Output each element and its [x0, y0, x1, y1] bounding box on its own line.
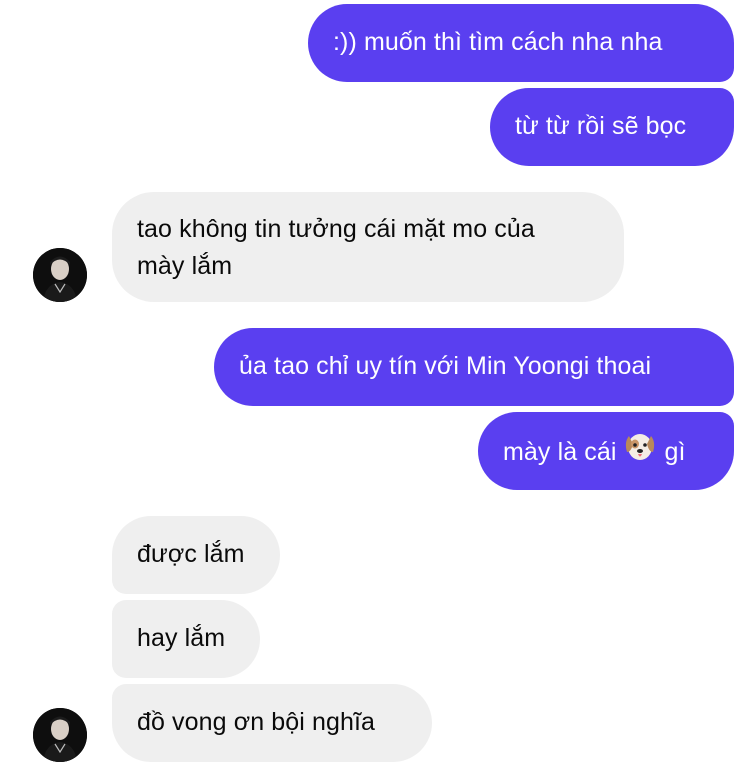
contact-avatar[interactable]: [33, 708, 87, 762]
message-bubble-incoming[interactable]: hay lắm: [112, 600, 260, 678]
message-text: từ từ rồi sẽ bọc: [515, 112, 687, 140]
message-text-line: mày lắm: [137, 252, 233, 280]
message-bubble-outgoing[interactable]: ủa tao chỉ uy tín với Min Yoongi thoai: [214, 328, 734, 406]
message-text: mày là cái: [503, 438, 617, 467]
avatar-photo-icon: [33, 248, 87, 302]
message-text: hay lắm: [137, 624, 226, 652]
message-text: được lắm: [137, 540, 245, 568]
avatar-photo-icon: [33, 708, 87, 762]
message-text: ủa tao chỉ uy tín với Min Yoongi thoai: [239, 352, 652, 380]
message-bubble-incoming[interactable]: được lắm: [112, 516, 280, 594]
message-text: đồ vong ơn bội nghĩa: [137, 708, 376, 736]
dog-face-emoji-icon: [623, 430, 657, 473]
message-bubble-incoming[interactable]: tao không tin tưởng cái mặt mo của mày l…: [112, 192, 624, 302]
message-text-line: tao không tin tưởng cái mặt mo của: [137, 215, 535, 243]
message-bubble-outgoing[interactable]: từ từ rồi sẽ bọc: [490, 88, 734, 166]
message-bubble-outgoing[interactable]: :)) muốn thì tìm cách nha nha: [308, 4, 734, 82]
message-bubble-outgoing[interactable]: mày là cái gì: [478, 412, 734, 490]
contact-avatar[interactable]: [33, 248, 87, 302]
message-text: gì: [664, 438, 686, 467]
message-bubble-incoming[interactable]: đồ vong ơn bội nghĩa: [112, 684, 432, 762]
message-text: :)) muốn thì tìm cách nha nha: [333, 28, 663, 56]
